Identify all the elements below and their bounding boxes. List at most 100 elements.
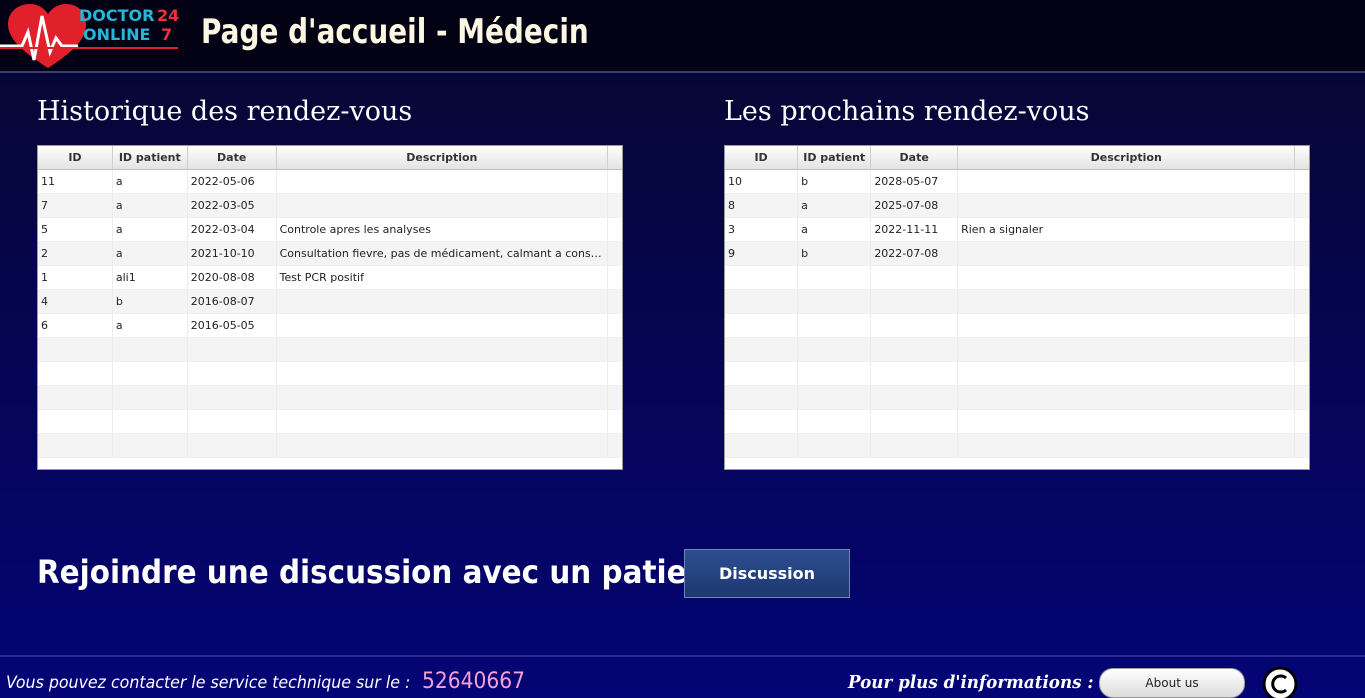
cell-description [277,170,609,194]
table-row[interactable] [38,386,622,410]
cell-description [277,194,609,218]
cell-patient-id [798,434,872,458]
cell-filler [608,338,622,362]
cell-patient-id [113,410,188,434]
history-table[interactable]: ID ID patient Date Description 11 a 2022-0… [37,145,623,470]
column-header-filler [1295,146,1309,170]
table-row[interactable]: 11 a 2022-05-06 [38,170,622,194]
cell-filler [1295,266,1309,290]
cell-patient-id: b [798,170,872,194]
cell-filler [608,242,622,266]
table-row[interactable]: 10 b 2028-05-07 [725,170,1309,194]
cell-filler [1295,170,1309,194]
table-row[interactable]: 1 ali1 2020-08-08 Test PCR positif [38,266,622,290]
table-row[interactable] [725,434,1309,458]
cell-id [38,338,113,362]
table-row[interactable] [38,410,622,434]
cell-id [725,362,799,386]
cell-patient-id: a [798,194,872,218]
cell-description [277,314,609,338]
table-row[interactable] [38,362,622,386]
table-row[interactable] [38,338,622,362]
upcoming-table[interactable]: ID ID patient Date Description 10 b 2028-0… [724,145,1310,470]
cell-filler [1295,410,1309,434]
support-phone: 52640667 [422,669,526,694]
column-header-patient-id[interactable]: ID patient [113,146,188,170]
table-row[interactable]: 2 a 2021-10-10 Consultation fievre, pas de … [38,242,622,266]
column-header-date[interactable]: Date [188,146,277,170]
cell-date [871,338,959,362]
table-row[interactable]: 7 a 2022-03-05 [38,194,622,218]
column-header-id[interactable]: ID [38,146,113,170]
cell-patient-id [798,314,872,338]
contact-text: Vous pouvez contacter le service techniq… [6,673,411,693]
app-header: DOCTOR ONLINE 24 7 Page d'accueil - Méde… [0,0,1365,73]
doctor-online-logo: DOCTOR ONLINE 24 7 [0,2,185,70]
column-header-patient-id[interactable]: ID patient [798,146,872,170]
cell-description [277,290,609,314]
cell-description [958,242,1296,266]
cell-date: 2028-05-07 [871,170,959,194]
cell-id: 4 [38,290,113,314]
cell-filler [1295,218,1309,242]
cell-id: 3 [725,218,799,242]
cell-description [958,338,1296,362]
cell-patient-id [113,434,188,458]
cell-patient-id: a [113,314,188,338]
cell-id: 8 [725,194,799,218]
cell-date [871,386,959,410]
cell-id [725,434,799,458]
table-row[interactable]: 5 a 2022-03-04 Controle apres les analyses [38,218,622,242]
discussion-button[interactable]: Discussion [684,549,850,598]
cell-id [725,338,799,362]
table-row[interactable] [725,386,1309,410]
cell-filler [608,314,622,338]
table-row[interactable]: 8 a 2025-07-08 [725,194,1309,218]
copyright-icon [1262,666,1298,698]
cell-description [277,386,609,410]
column-header-description[interactable]: Description [277,146,609,170]
cell-patient-id: b [113,290,188,314]
cell-date: 2022-05-06 [188,170,277,194]
cell-description [958,434,1296,458]
history-table-header: ID ID patient Date Description [38,146,622,170]
column-header-description[interactable]: Description [958,146,1296,170]
table-row[interactable]: 9 b 2022-07-08 [725,242,1309,266]
table-row[interactable]: 3 a 2022-11-11 Rien a signaler [725,218,1309,242]
table-row[interactable] [725,410,1309,434]
cell-date [871,410,959,434]
column-header-date[interactable]: Date [871,146,959,170]
cell-description [958,170,1296,194]
page-title: Page d'accueil - Médecin [201,12,589,52]
cell-date [871,362,959,386]
table-row[interactable] [725,338,1309,362]
table-row[interactable] [725,290,1309,314]
cell-id [38,434,113,458]
about-us-button[interactable]: About us [1099,668,1245,698]
cell-date: 2016-08-07 [188,290,277,314]
cell-id [725,410,799,434]
table-row[interactable] [38,434,622,458]
table-row[interactable]: 6 a 2016-05-05 [38,314,622,338]
cell-filler [1295,194,1309,218]
cell-id [725,290,799,314]
cell-filler [608,386,622,410]
cell-filler [1295,434,1309,458]
upcoming-title: Les prochains rendez-vous [724,96,1090,127]
column-header-id[interactable]: ID [725,146,799,170]
cell-patient-id: a [113,218,188,242]
cell-filler [608,194,622,218]
table-row[interactable]: 4 b 2016-08-07 [38,290,622,314]
logo-24-7: 24 7 [157,6,180,44]
cell-date [871,266,959,290]
upcoming-table-header: ID ID patient Date Description [725,146,1309,170]
table-row[interactable] [725,362,1309,386]
cell-date: 2025-07-08 [871,194,959,218]
table-row[interactable] [725,314,1309,338]
cell-description: Controle apres les analyses [277,218,609,242]
cell-date: 2016-05-05 [188,314,277,338]
cell-description [277,362,609,386]
cell-patient-id [113,386,188,410]
table-row[interactable] [725,266,1309,290]
cell-patient-id [798,290,872,314]
